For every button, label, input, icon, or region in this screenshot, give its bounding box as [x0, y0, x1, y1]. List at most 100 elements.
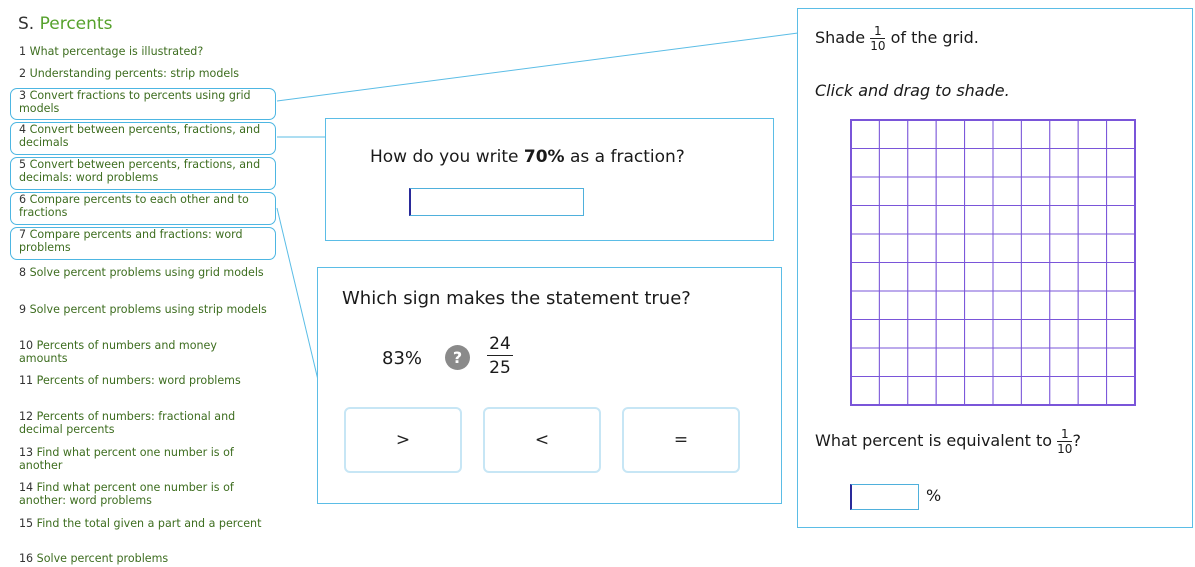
grid-cell[interactable]	[935, 290, 966, 320]
grid-cell[interactable]	[935, 376, 966, 406]
grid-cell[interactable]	[935, 205, 966, 235]
grid-cell[interactable]	[850, 233, 880, 263]
grid-cell[interactable]	[1049, 148, 1079, 178]
grid-cell[interactable]	[935, 176, 966, 206]
grid-cell[interactable]	[907, 176, 937, 206]
grid-cell[interactable]	[1020, 119, 1051, 149]
grid-cell[interactable]	[1106, 347, 1136, 377]
grid-cell[interactable]	[878, 233, 909, 263]
grid-cell[interactable]	[1049, 176, 1079, 206]
skill-item-7[interactable]: 7 Compare percents and fractions: word p…	[10, 227, 276, 260]
grid-cell[interactable]	[1077, 319, 1108, 349]
grid-cell[interactable]	[964, 148, 994, 178]
grid-cell[interactable]	[1049, 319, 1079, 349]
grid-cell[interactable]	[1077, 233, 1108, 263]
grid-cell[interactable]	[935, 148, 966, 178]
skill-item-4[interactable]: 4 Convert between percents, fractions, a…	[10, 122, 276, 155]
grid-cell[interactable]	[1106, 119, 1136, 149]
skill-item-16[interactable]: 16 Solve percent problems	[10, 551, 276, 566]
grid-cell[interactable]	[907, 262, 937, 292]
equals-button[interactable]: =	[622, 407, 740, 473]
grid-cell[interactable]	[907, 319, 937, 349]
greater-than-button[interactable]: >	[344, 407, 462, 473]
grid-cell[interactable]	[878, 148, 909, 178]
grid-cell[interactable]	[907, 290, 937, 320]
grid-cell[interactable]	[1049, 262, 1079, 292]
grid-cell[interactable]	[1077, 347, 1108, 377]
grid-cell[interactable]	[1106, 233, 1136, 263]
grid-cell[interactable]	[1020, 262, 1051, 292]
grid-cell[interactable]	[1020, 290, 1051, 320]
grid-cell[interactable]	[992, 148, 1022, 178]
grid-cell[interactable]	[850, 262, 880, 292]
grid-cell[interactable]	[1020, 376, 1051, 406]
help-icon[interactable]: ?	[445, 345, 470, 370]
grid-cell[interactable]	[1049, 205, 1079, 235]
grid-cell[interactable]	[964, 176, 994, 206]
skill-item-5[interactable]: 5 Convert between percents, fractions, a…	[10, 157, 276, 190]
grid-cell[interactable]	[964, 233, 994, 263]
grid-cell[interactable]	[1020, 347, 1051, 377]
grid-cell[interactable]	[1106, 262, 1136, 292]
grid-cell[interactable]	[1077, 148, 1108, 178]
shade-grid[interactable]	[850, 119, 1136, 406]
skill-item-3[interactable]: 3 Convert fractions to percents using gr…	[10, 88, 276, 120]
grid-cell[interactable]	[878, 290, 909, 320]
grid-cell[interactable]	[935, 119, 966, 149]
grid-cell[interactable]	[878, 376, 909, 406]
fraction-answer-input[interactable]	[409, 188, 584, 216]
skill-item-9[interactable]: 9 Solve percent problems using strip mod…	[10, 302, 276, 317]
grid-cell[interactable]	[1049, 290, 1079, 320]
grid-cell[interactable]	[850, 148, 880, 178]
grid-cell[interactable]	[1106, 376, 1136, 406]
grid-cell[interactable]	[992, 119, 1022, 149]
grid-cell[interactable]	[850, 319, 880, 349]
grid-cell[interactable]	[1077, 176, 1108, 206]
grid-cell[interactable]	[964, 119, 994, 149]
grid-cell[interactable]	[964, 205, 994, 235]
grid-cell[interactable]	[1049, 347, 1079, 377]
skill-item-1[interactable]: 1 What percentage is illustrated?	[10, 44, 276, 59]
grid-cell[interactable]	[1020, 176, 1051, 206]
grid-cell[interactable]	[992, 205, 1022, 235]
grid-cell[interactable]	[935, 262, 966, 292]
skill-item-2[interactable]: 2 Understanding percents: strip models	[10, 66, 276, 81]
grid-cell[interactable]	[1020, 205, 1051, 235]
grid-cell[interactable]	[992, 233, 1022, 263]
grid-cell[interactable]	[878, 176, 909, 206]
grid-cell[interactable]	[1077, 205, 1108, 235]
skill-item-13[interactable]: 13 Find what percent one number is of an…	[10, 445, 276, 472]
grid-cell[interactable]	[1020, 319, 1051, 349]
grid-cell[interactable]	[1077, 119, 1108, 149]
grid-cell[interactable]	[850, 176, 880, 206]
grid-cell[interactable]	[850, 376, 880, 406]
skill-item-12[interactable]: 12 Percents of numbers: fractional and d…	[10, 409, 276, 436]
grid-cell[interactable]	[964, 347, 994, 377]
grid-cell[interactable]	[878, 205, 909, 235]
grid-cell[interactable]	[1106, 176, 1136, 206]
grid-cell[interactable]	[964, 262, 994, 292]
grid-cell[interactable]	[992, 176, 1022, 206]
grid-cell[interactable]	[850, 290, 880, 320]
grid-cell[interactable]	[935, 347, 966, 377]
grid-cell[interactable]	[1020, 233, 1051, 263]
grid-cell[interactable]	[992, 319, 1022, 349]
grid-cell[interactable]	[992, 290, 1022, 320]
skill-item-14[interactable]: 14 Find what percent one number is of an…	[10, 480, 276, 507]
grid-cell[interactable]	[992, 376, 1022, 406]
grid-cell[interactable]	[1106, 319, 1136, 349]
grid-cell[interactable]	[1106, 290, 1136, 320]
grid-cell[interactable]	[1049, 233, 1079, 263]
grid-cell[interactable]	[850, 119, 880, 149]
skill-item-11[interactable]: 11 Percents of numbers: word problems	[10, 373, 276, 388]
grid-cell[interactable]	[907, 376, 937, 406]
grid-cell[interactable]	[935, 319, 966, 349]
grid-cell[interactable]	[964, 290, 994, 320]
grid-cell[interactable]	[1106, 205, 1136, 235]
grid-cell[interactable]	[907, 119, 937, 149]
grid-cell[interactable]	[878, 347, 909, 377]
grid-cell[interactable]	[1020, 148, 1051, 178]
grid-cell[interactable]	[907, 233, 937, 263]
grid-cell[interactable]	[878, 319, 909, 349]
grid-cell[interactable]	[907, 347, 937, 377]
